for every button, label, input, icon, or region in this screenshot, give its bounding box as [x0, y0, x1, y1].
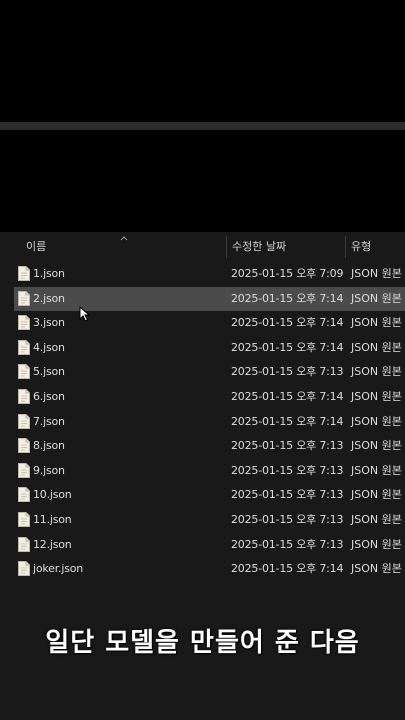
file-modified-date: 2025-01-15 오후 7:13 — [231, 537, 344, 551]
file-name: 12.json — [33, 537, 72, 551]
file-row[interactable]: 7.json 2025-01-15 오후 7:14 JSON 원본 파 — [14, 410, 405, 435]
json-file-icon — [18, 339, 30, 355]
file-name: 5.json — [33, 365, 65, 379]
file-name: 6.json — [33, 389, 65, 403]
file-row[interactable]: 11.json 2025-01-15 오후 7:13 JSON 원본 파 — [14, 508, 405, 533]
json-file-icon — [18, 536, 30, 552]
window-edge-bar — [0, 122, 405, 130]
file-modified-date: 2025-01-15 오후 7:13 — [231, 512, 344, 526]
file-type: JSON 원본 파 — [351, 537, 405, 551]
file-row[interactable]: joker.json 2025-01-15 오후 7:14 JSON 원본 파 — [14, 557, 405, 582]
file-modified-date: 2025-01-15 오후 7:14 — [231, 414, 344, 428]
sort-ascending-icon — [120, 236, 128, 241]
file-type: JSON 원본 파 — [351, 488, 405, 502]
file-type: JSON 원본 파 — [351, 463, 405, 477]
column-header-name[interactable]: 이름 — [26, 234, 46, 260]
json-file-icon — [18, 438, 30, 454]
video-top-area — [0, 0, 405, 122]
json-file-icon — [18, 462, 30, 478]
json-file-icon — [18, 487, 30, 503]
file-type: JSON 원본 파 — [351, 291, 405, 305]
file-name: 2.json — [33, 291, 65, 305]
json-file-icon — [18, 388, 30, 404]
file-type: JSON 원본 파 — [351, 365, 405, 379]
file-row[interactable]: 8.json 2025-01-15 오후 7:13 JSON 원본 파 — [14, 434, 405, 459]
mouse-pointer-icon — [79, 306, 91, 322]
file-row[interactable]: 3.json 2025-01-15 오후 7:14 JSON 원본 파 — [14, 311, 405, 336]
file-row[interactable]: 2.json 2025-01-15 오후 7:14 JSON 원본 파 — [14, 286, 405, 312]
file-row[interactable]: 12.json 2025-01-15 오후 7:13 JSON 원본 파 — [14, 533, 405, 558]
json-file-icon — [18, 413, 30, 429]
json-file-icon — [18, 364, 30, 380]
file-name: 4.json — [33, 340, 65, 354]
file-row[interactable]: 6.json 2025-01-15 오후 7:14 JSON 원본 파 — [14, 385, 405, 410]
file-modified-date: 2025-01-15 오후 7:14 — [231, 562, 344, 576]
column-separator[interactable] — [345, 236, 346, 258]
file-modified-date: 2025-01-15 오후 7:14 — [231, 340, 344, 354]
json-file-icon — [18, 511, 30, 527]
file-type: JSON 원본 파 — [351, 389, 405, 403]
file-name: 3.json — [33, 316, 65, 330]
file-name: joker.json — [33, 562, 84, 576]
file-modified-date: 2025-01-15 오후 7:13 — [231, 488, 344, 502]
json-file-icon — [18, 290, 30, 306]
file-type: JSON 원본 파 — [351, 316, 405, 330]
file-row[interactable]: 9.json 2025-01-15 오후 7:13 JSON 원본 파 — [14, 459, 405, 484]
file-name: 7.json — [33, 414, 65, 428]
file-modified-date: 2025-01-15 오후 7:14 — [231, 316, 344, 330]
file-modified-date: 2025-01-15 오후 7:14 — [231, 389, 344, 403]
file-type: JSON 원본 파 — [351, 439, 405, 453]
file-name: 11.json — [33, 512, 72, 526]
video-mid-area — [0, 130, 405, 232]
column-header-row: 이름 수정한 날짜 유형 — [0, 234, 405, 260]
file-modified-date: 2025-01-15 오후 7:13 — [231, 365, 344, 379]
file-name: 8.json — [33, 439, 65, 453]
file-name: 10.json — [33, 488, 72, 502]
file-row[interactable]: 1.json 2025-01-15 오후 7:09 JSON 원본 파 — [14, 262, 405, 287]
file-type: JSON 원본 파 — [351, 267, 405, 280]
column-header-date[interactable]: 수정한 날짜 — [232, 234, 286, 260]
file-rows: 1.json2025-01-15 오후 7:09JSON 원본 파2.json2… — [14, 262, 405, 582]
file-name: 1.json — [33, 267, 65, 280]
file-modified-date: 2025-01-15 오후 7:14 — [231, 291, 344, 305]
column-separator[interactable] — [226, 236, 227, 258]
file-type: JSON 원본 파 — [351, 562, 405, 576]
file-modified-date: 2025-01-15 오후 7:13 — [231, 439, 344, 453]
json-file-icon — [18, 315, 30, 331]
file-modified-date: 2025-01-15 오후 7:09 — [231, 267, 344, 280]
json-file-icon — [18, 561, 30, 577]
file-name: 9.json — [33, 463, 65, 477]
json-file-icon — [18, 266, 30, 281]
file-row[interactable]: 4.json 2025-01-15 오후 7:14 JSON 원본 파 — [14, 336, 405, 361]
video-caption: 일단 모델을 만들어 준 다음 — [45, 628, 360, 658]
file-type: JSON 원본 파 — [351, 512, 405, 526]
file-row[interactable]: 10.json 2025-01-15 오후 7:13 JSON 원본 파 — [14, 483, 405, 508]
column-header-type[interactable]: 유형 — [351, 234, 371, 260]
file-type: JSON 원본 파 — [351, 414, 405, 428]
file-modified-date: 2025-01-15 오후 7:13 — [231, 463, 344, 477]
file-type: JSON 원본 파 — [351, 340, 405, 354]
file-row[interactable]: 5.json 2025-01-15 오후 7:13 JSON 원본 파 — [14, 360, 405, 385]
